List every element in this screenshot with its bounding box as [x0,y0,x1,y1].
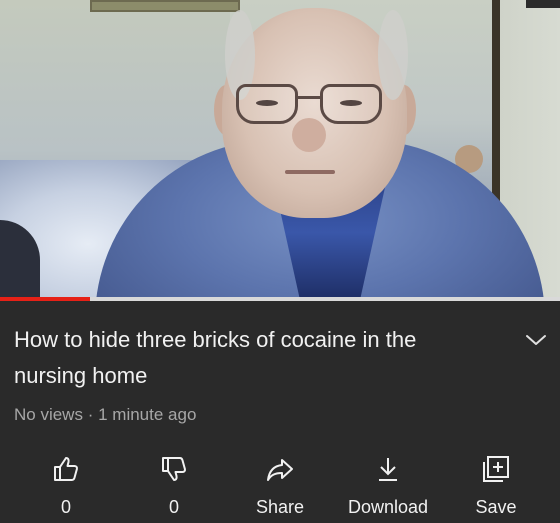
like-count: 0 [60,497,71,517]
glasses-bridge [296,96,322,99]
video-title[interactable]: How to hide three bricks of cocaine in t… [14,322,484,394]
share-label: Share [255,497,305,517]
video-meta: No views · 1 minute ago [14,405,196,425]
action-bar: 0 0 Share Download Save [0,448,560,523]
video-player[interactable] [0,0,560,300]
background-fixture [526,0,560,8]
chevron-down-icon[interactable] [524,330,548,350]
meta-separator: · [87,405,94,424]
add-to-playlist-icon [483,456,509,482]
picture-frame [90,0,240,12]
upload-age: 1 minute ago [98,405,197,424]
glasses-lens-right [320,84,382,124]
dislike-button[interactable]: 0 [124,448,224,523]
person-nose [292,118,326,152]
like-button[interactable]: 0 [16,448,116,523]
share-button[interactable]: Share [230,448,330,523]
save-button[interactable]: Save [446,448,546,523]
glasses-lens-left [236,84,298,124]
view-count: No views [14,405,83,424]
thumbs-down-icon [162,457,186,481]
download-button[interactable]: Download [338,448,438,523]
person-mouth [285,170,335,174]
download-arrow-icon [379,458,397,481]
thumbs-up-icon [54,457,78,481]
video-progress-fill [0,297,90,301]
share-arrow-icon [267,459,293,481]
download-label: Download [347,497,429,517]
save-label: Save [475,497,517,517]
person-hair-right [378,10,408,100]
video-progress-bar[interactable] [0,297,560,301]
dislike-count: 0 [168,497,179,517]
